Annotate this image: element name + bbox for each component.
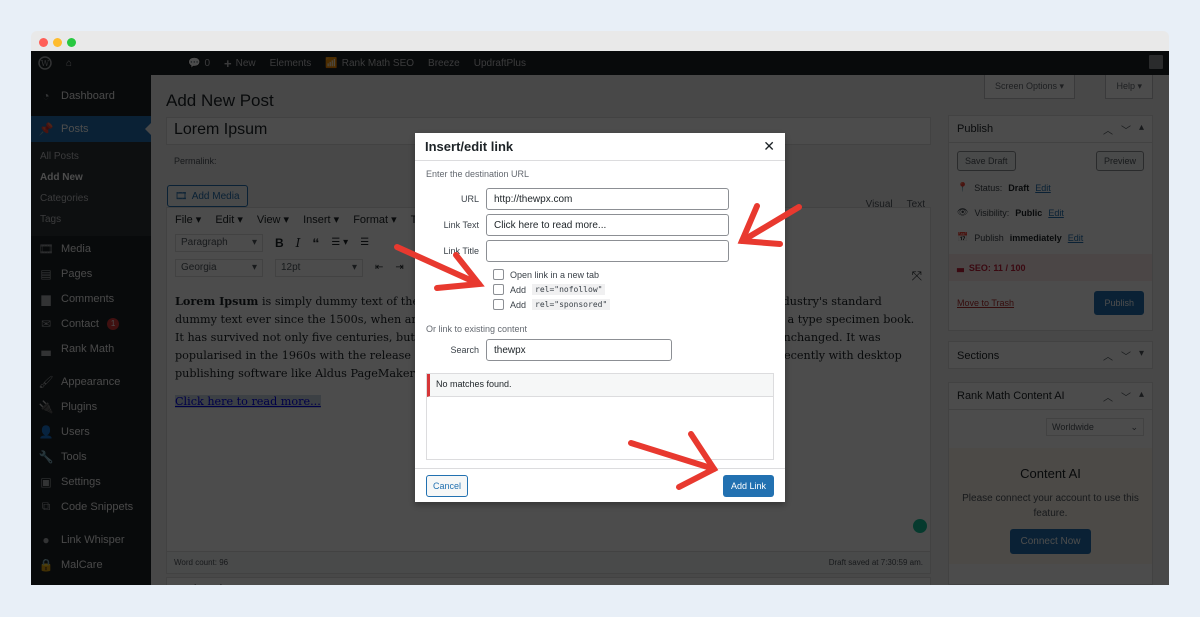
open-new-tab-label: Open link in a new tab [510,269,600,280]
link-title-input[interactable] [486,240,729,262]
link-text-input[interactable] [486,214,729,236]
search-input[interactable] [486,339,672,361]
link-title-label: Link Title [443,246,479,256]
add-link-button[interactable]: Add Link [722,474,774,497]
search-label: Search [450,345,479,355]
close-window-button[interactable] [39,38,48,47]
wp-admin-screen: W ⌂ 💬 0 + New Elements 📶 Rank Math SEO B… [31,51,1169,585]
nofollow-code: rel="nofollow" [532,284,606,295]
sponsored-code: rel="sponsored" [532,299,611,310]
cancel-button[interactable]: Cancel [426,474,469,497]
window-controls [39,38,76,47]
url-input[interactable] [486,188,729,210]
link-text-label: Link Text [443,220,479,230]
maximize-window-button[interactable] [67,38,76,47]
url-label: URL [460,194,479,204]
destination-hint: Enter the destination URL [426,169,530,179]
open-new-tab-checkbox[interactable] [493,269,504,280]
dialog-title: Insert/edit link [425,139,514,154]
minimize-window-button[interactable] [53,38,62,47]
insert-link-dialog: Insert/edit link ✕ Enter the destination… [415,133,785,502]
nofollow-checkbox[interactable] [493,284,504,295]
close-icon[interactable]: ✕ [763,138,775,155]
browser-window: W ⌂ 💬 0 + New Elements 📶 Rank Math SEO B… [31,31,1169,585]
sponsored-checkbox[interactable] [493,299,504,310]
search-results: No matches found. [426,373,774,460]
no-matches-message: No matches found. [427,374,773,397]
existing-content-label: Or link to existing content [426,324,528,334]
